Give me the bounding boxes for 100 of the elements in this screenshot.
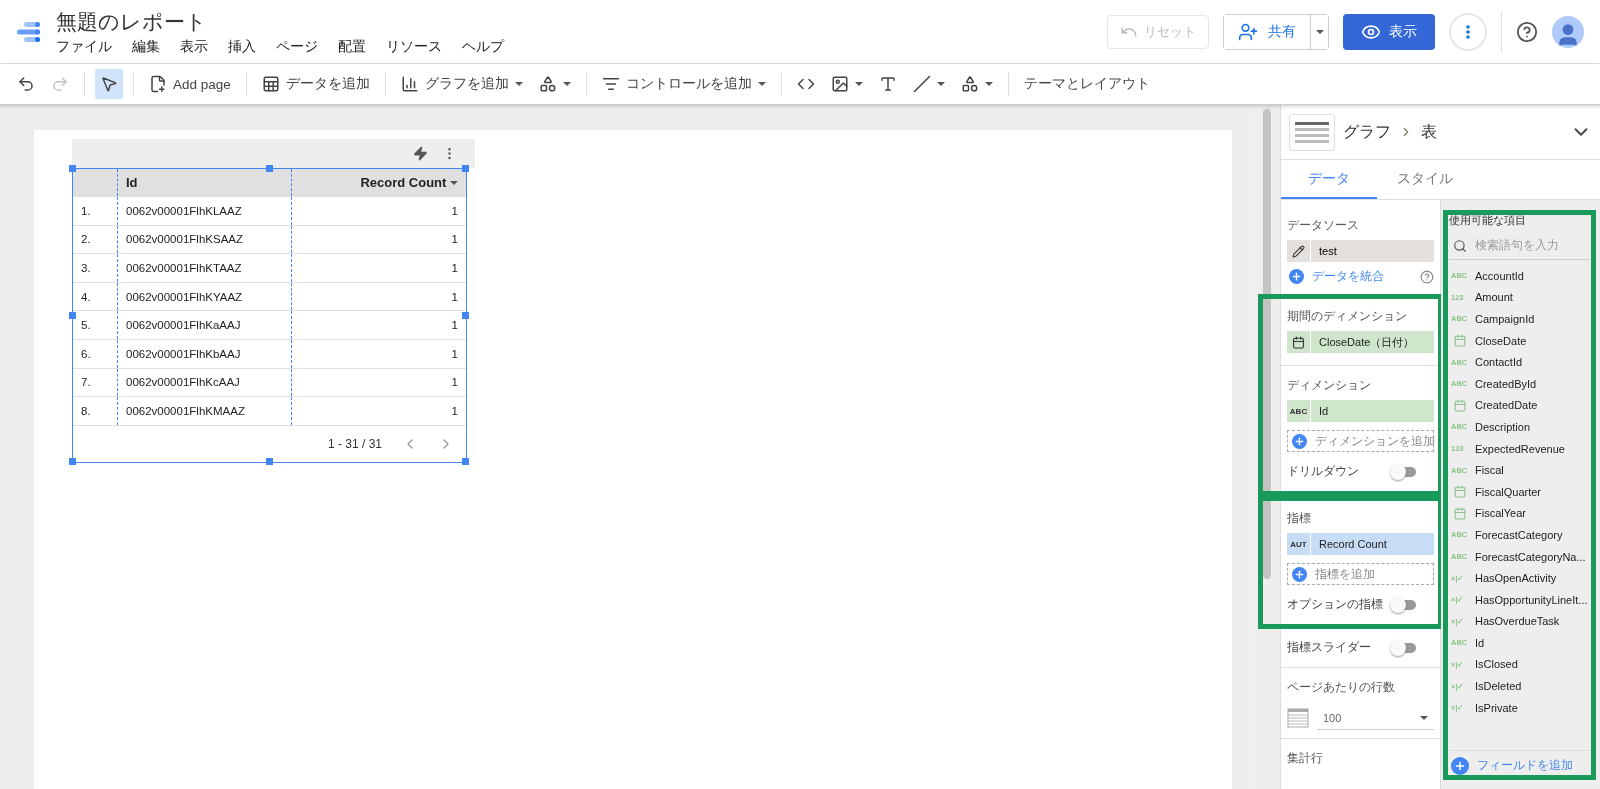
toggle-label: オプションの指標 — [1287, 596, 1383, 613]
field-chip[interactable]: CloseDate（日付） — [1287, 331, 1434, 353]
more-button[interactable] — [1449, 12, 1487, 51]
toolbar-button[interactable]: グラフを追加 — [395, 69, 528, 99]
field-list-item[interactable]: CreatedDate — [1449, 394, 1590, 417]
field-chip[interactable]: AUT Record Count — [1287, 533, 1434, 555]
view-button[interactable]: 表示 — [1343, 13, 1435, 50]
type-label: AUT — [1287, 533, 1311, 555]
section-heading: データソース — [1287, 217, 1360, 234]
section-heading: 集計行 — [1287, 750, 1324, 767]
more-icon — [1466, 24, 1470, 39]
table-chart-icon — [1289, 113, 1335, 151]
caret-icon — [450, 180, 458, 185]
toolbar-button[interactable]: データを追加 — [256, 69, 375, 99]
resize-handle[interactable] — [462, 311, 469, 319]
column-header[interactable]: Record Count — [291, 169, 466, 196]
table-rows-icon — [1287, 708, 1309, 728]
image-icon — [830, 75, 849, 93]
blend-data-link[interactable]: データを統合 — [1287, 268, 1386, 285]
table-cell: 1 — [291, 225, 466, 254]
share-menu-button[interactable] — [1310, 14, 1328, 49]
menu-item[interactable]: ファイル — [56, 37, 112, 56]
toggle-switch[interactable] — [1392, 466, 1416, 477]
section-heading: 指標 — [1287, 510, 1312, 527]
table-cell: 1 — [291, 311, 466, 339]
shapes-icon — [538, 75, 557, 93]
table-cell: 1 — [291, 197, 466, 225]
resize-handle[interactable] — [462, 165, 469, 172]
field-chip[interactable]: ABC Id — [1287, 400, 1434, 422]
table-cell: 0062v00001FlhKbAAJ — [117, 339, 291, 368]
sheet-icon — [261, 75, 280, 93]
toggle-switch[interactable] — [1392, 599, 1416, 610]
resize-handle[interactable] — [69, 458, 76, 465]
toolbar-icon-button[interactable] — [95, 69, 123, 99]
table-cell: 1 — [291, 254, 466, 282]
rows-per-page-select[interactable]: 100 — [1317, 706, 1434, 730]
data-table[interactable] — [72, 168, 467, 463]
search-icon — [1453, 238, 1467, 253]
table-cell: 0062v00001FlhKaAAJ — [117, 311, 291, 339]
table-cell: 0062v00001FlhKMAAZ — [117, 397, 291, 425]
help-icon[interactable] — [1516, 20, 1538, 43]
data-source-chip[interactable]: test — [1287, 240, 1434, 262]
plus-icon — [1292, 433, 1307, 449]
row-number: 6. — [80, 346, 92, 362]
scrollbar-thumb[interactable] — [1263, 109, 1271, 579]
breadcrumb-item: グラフ — [1343, 121, 1391, 142]
row-number: 4. — [80, 289, 92, 305]
resize-handle[interactable] — [69, 165, 76, 172]
toggle-label: 指標スライダー — [1287, 639, 1371, 656]
table-cell: 0062v00001FlhKTAAZ — [117, 254, 291, 282]
add-person-icon — [1238, 21, 1258, 42]
table-cell: 0062v00001FlhKSAAZ — [117, 225, 291, 254]
add-field-button[interactable]: 指標を追加 — [1287, 563, 1434, 585]
resize-handle[interactable] — [265, 458, 273, 465]
row-number: 7. — [80, 375, 92, 391]
lightning-icon[interactable] — [413, 146, 428, 161]
caret-icon — [1315, 29, 1324, 34]
resize-handle[interactable] — [69, 311, 76, 319]
column-header[interactable]: Id — [117, 169, 291, 196]
help-icon[interactable] — [1420, 269, 1434, 284]
table-cell: 1 — [291, 368, 466, 397]
table-cell: 1 — [291, 397, 466, 425]
table-cell: 0062v00001FlhKYAAZ — [117, 282, 291, 311]
toolbar-button[interactable]: コントロールを追加 — [596, 69, 771, 99]
calendar-icon — [1292, 335, 1305, 349]
report-title[interactable]: 無題のレポート — [56, 7, 1093, 36]
pencil-icon — [1292, 244, 1305, 258]
row-number: 1. — [80, 203, 92, 219]
pagination-text: 1 - 31 / 31 — [327, 436, 382, 451]
table-cell: 0062v00001FlhKLAAZ — [117, 197, 291, 225]
resize-handle[interactable] — [462, 458, 469, 465]
menu-item[interactable]: 表示 — [180, 37, 208, 56]
table-cell: 1 — [291, 282, 466, 311]
plus-icon — [1292, 566, 1307, 582]
menu-item[interactable]: ヘルプ — [462, 37, 504, 56]
toggle-switch[interactable] — [1392, 642, 1416, 653]
filter-icon — [601, 75, 620, 93]
table-cell: 0062v00001FlhKcAAJ — [117, 368, 291, 397]
menu-item[interactable]: 編集 — [132, 37, 160, 56]
section-heading: 期間のディメンション — [1287, 308, 1408, 325]
row-number: 3. — [80, 261, 92, 276]
toolbar-button[interactable]: Add page — [144, 69, 236, 99]
menu-item[interactable]: 配置 — [338, 37, 366, 56]
menu-item[interactable]: リソース — [386, 37, 442, 56]
menu-item[interactable]: ページ — [276, 37, 318, 56]
line-icon — [912, 75, 931, 93]
field-list-item[interactable]: FiscalQuarter — [1449, 480, 1590, 503]
menu-item[interactable]: 挿入 — [228, 37, 256, 56]
avatar-icon[interactable] — [1552, 15, 1584, 48]
field-list-item[interactable]: FiscalYear — [1449, 502, 1590, 525]
section-heading: ページあたりの行数 — [1287, 679, 1396, 696]
caret-icon — [1420, 715, 1428, 720]
breadcrumb-item: 表 — [1421, 121, 1437, 142]
resize-handle[interactable] — [265, 165, 273, 172]
field-list-item[interactable]: CloseDate — [1449, 329, 1590, 352]
table-cell: 1 — [291, 339, 466, 368]
toolbar-button[interactable]: テーマとレイアウト — [1018, 69, 1155, 99]
add-field-button[interactable]: ディメンションを追加 — [1287, 430, 1434, 452]
pointer-icon — [100, 75, 118, 93]
shapes-icon — [960, 75, 979, 93]
